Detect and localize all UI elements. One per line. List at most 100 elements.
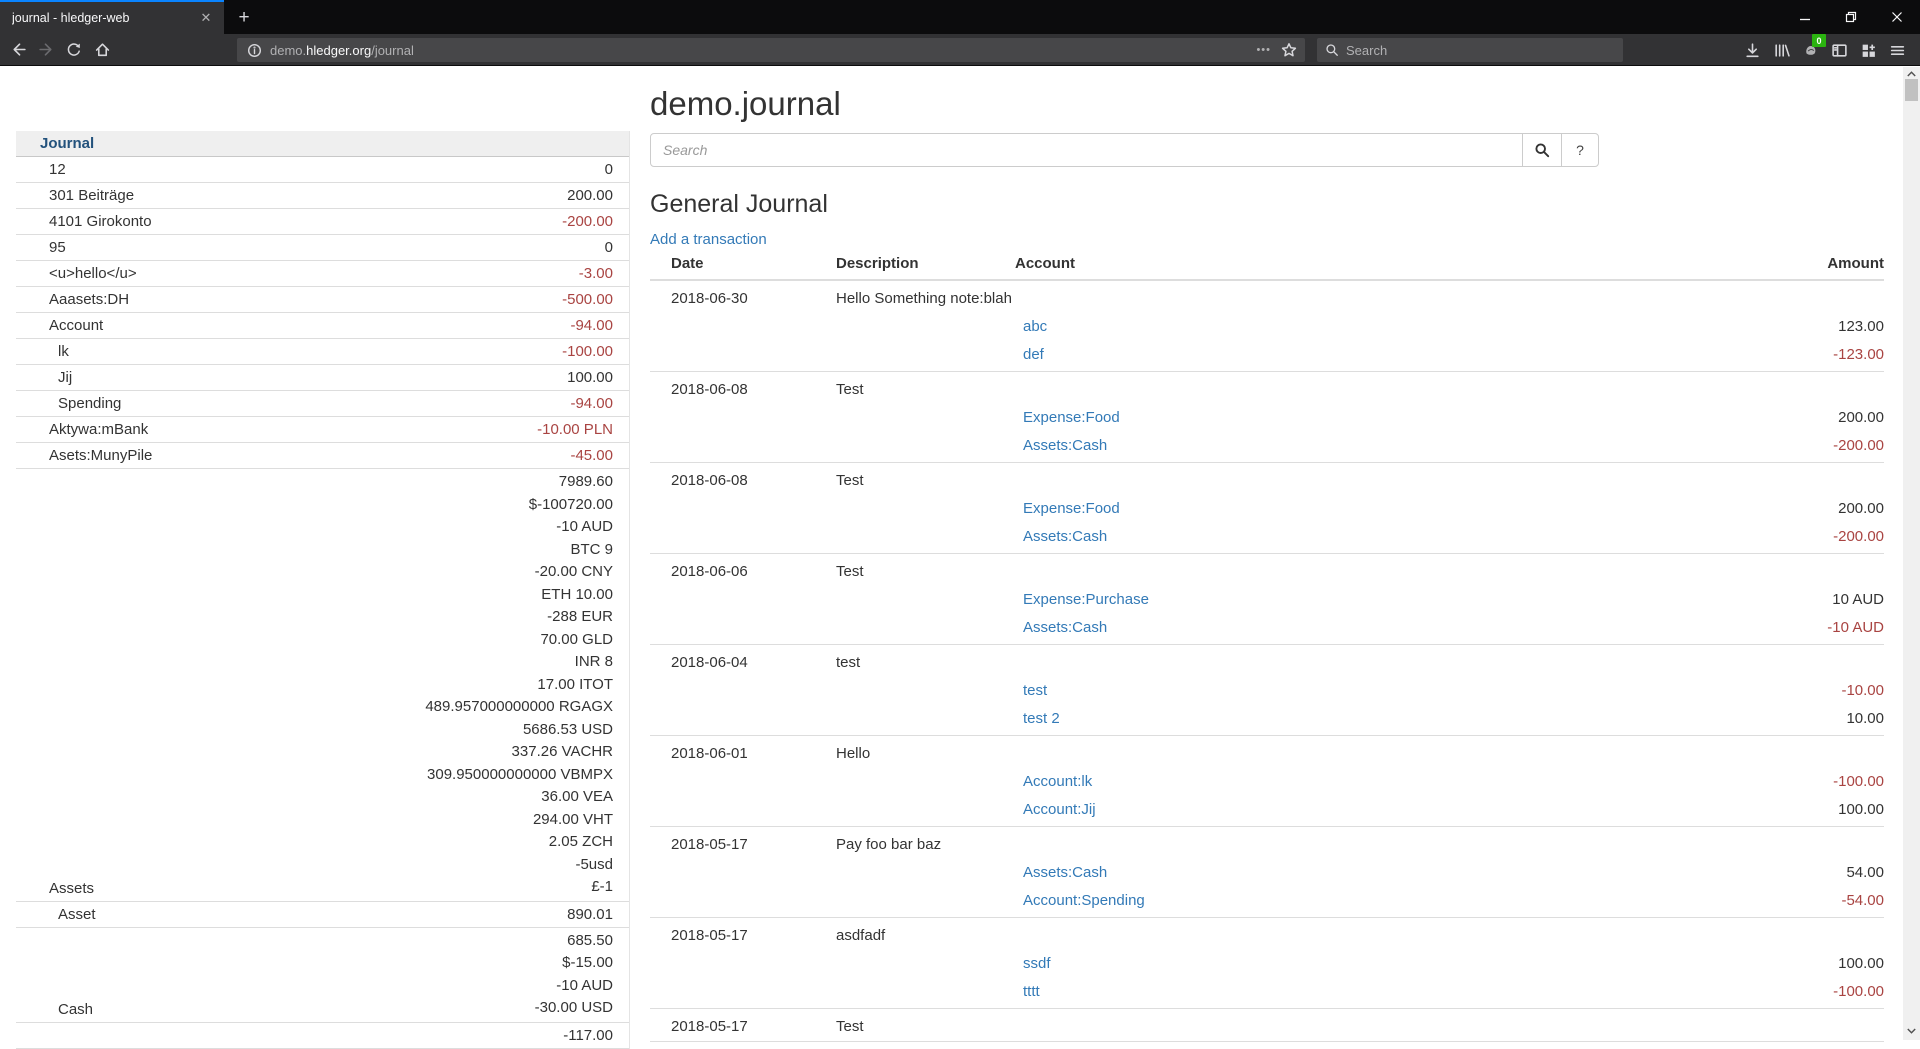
search-help-button[interactable]: ? <box>1561 133 1599 167</box>
account-balance: -5usd <box>425 854 613 877</box>
account-balance: 2.05 ZCH <box>425 831 613 854</box>
account-link[interactable]: lk <box>16 341 69 362</box>
transaction-row[interactable]: 2018-05-17 asdfadf ssdf 100.00 tttt -100… <box>650 918 1884 1009</box>
transaction-date: 2018-06-04 <box>650 645 836 678</box>
page-actions-icon[interactable]: ••• <box>1256 44 1271 56</box>
journal-search-input[interactable] <box>650 133 1523 167</box>
downloads-button[interactable] <box>1738 38 1767 62</box>
account-link[interactable]: Aktywa:mBank <box>16 419 148 440</box>
posting-account-link[interactable]: Assets:Cash <box>1015 614 1107 642</box>
back-button[interactable] <box>4 36 32 64</box>
transaction-row[interactable]: 2018-06-06 Test Expense:Purchase 10 AUD … <box>650 554 1884 645</box>
browser-search-bar[interactable]: Search <box>1317 38 1623 62</box>
account-link[interactable]: Account <box>16 315 103 336</box>
posting-amount: -10.00 <box>1600 677 1884 705</box>
transaction-description: asdfadf <box>836 918 1884 951</box>
posting-account-link[interactable]: Expense:Food <box>1015 404 1120 432</box>
url-path: /journal <box>371 43 414 58</box>
posting-account-link[interactable]: test <box>1015 677 1047 705</box>
bookmark-star-icon[interactable] <box>1281 42 1297 58</box>
account-balance-group: -117.00 <box>563 1025 613 1046</box>
library-button[interactable] <box>1767 38 1796 62</box>
account-link[interactable]: Aaasets:DH <box>16 289 129 310</box>
account-balance-group: 200.00 <box>567 185 613 206</box>
extension-button[interactable]: 0 <box>1796 38 1825 62</box>
window-minimize-button[interactable] <box>1782 0 1828 34</box>
transaction-date: 2018-05-17 <box>650 1009 836 1042</box>
transaction-description: Test <box>836 554 1884 587</box>
journal-table-header: Date Description Account Amount <box>650 255 1884 280</box>
forward-button[interactable] <box>32 36 60 64</box>
url-domain: hledger.org <box>306 43 371 58</box>
transaction-row[interactable]: 2018-06-08 Test Expense:Food 200.00 Asse… <box>650 463 1884 554</box>
browser-tab-bar: journal - hledger-web ✕ + <box>0 0 1920 34</box>
account-link[interactable]: Spending <box>16 393 121 414</box>
account-link[interactable]: Assets <box>16 878 94 899</box>
new-tab-button[interactable]: + <box>230 4 258 32</box>
posting-amount: 123.00 <box>1600 313 1884 341</box>
account-link[interactable]: Jij <box>16 367 72 388</box>
transaction-row[interactable]: 2018-06-08 Test Expense:Food 200.00 Asse… <box>650 372 1884 463</box>
sidebars-button[interactable] <box>1825 38 1854 62</box>
posting-account-link[interactable]: ssdf <box>1015 950 1051 978</box>
url-bar[interactable]: demo.hledger.org/journal ••• <box>237 38 1305 62</box>
transaction-row[interactable]: 2018-06-04 test test -10.00 test 2 10.00 <box>650 645 1884 736</box>
home-button[interactable] <box>88 36 116 64</box>
sidebar-item-journal[interactable]: Journal <box>40 135 94 152</box>
sidebar-account-row: Asset 890.01 <box>16 902 629 928</box>
account-link[interactable]: 12 <box>16 159 66 180</box>
journal-search-button[interactable] <box>1522 133 1562 167</box>
scrollbar-thumb[interactable] <box>1905 79 1918 101</box>
posting-account-link[interactable]: Assets:Cash <box>1015 432 1107 460</box>
posting-row: Assets:Cash -200.00 <box>650 432 1884 463</box>
extension-badge: 0 <box>1812 34 1826 47</box>
transaction-row[interactable]: 2018-05-17 Test <box>650 1009 1884 1042</box>
browser-tab[interactable]: journal - hledger-web ✕ <box>0 0 224 34</box>
account-balance-group: 100.00 <box>567 367 613 388</box>
posting-account-link[interactable]: abc <box>1015 313 1047 341</box>
posting-account-link[interactable]: Expense:Food <box>1015 495 1120 523</box>
window-close-button[interactable] <box>1874 0 1920 34</box>
account-link[interactable]: 95 <box>16 237 66 258</box>
posting-account-link[interactable]: tttt <box>1015 978 1040 1006</box>
account-balance-group: 0 <box>605 159 613 180</box>
menu-button[interactable] <box>1883 38 1912 62</box>
account-link[interactable]: Asset <box>16 904 96 925</box>
posting-account-link[interactable]: Account:Spending <box>1015 887 1145 915</box>
account-link[interactable]: Cash <box>16 999 93 1020</box>
account-balance: -500.00 <box>562 289 613 310</box>
sidebar-journal-row[interactable]: Journal <box>16 131 629 157</box>
site-info-icon[interactable] <box>247 43 262 58</box>
account-balance: 17.00 ITOT <box>425 674 613 697</box>
posting-row: Expense:Purchase 10 AUD <box>650 586 1884 614</box>
browser-window: { "browser": { "tab": { "title": "journa… <box>0 0 1920 1040</box>
sidebar-account-row: Asets:MunyPile -45.00 <box>16 443 629 469</box>
account-balance: -117.00 <box>563 1025 613 1046</box>
transaction-description: Pay foo bar baz <box>836 827 1884 860</box>
tile-menu-button[interactable] <box>1854 38 1883 62</box>
posting-account-link[interactable]: Expense:Purchase <box>1015 586 1149 614</box>
tab-close-icon[interactable]: ✕ <box>196 8 216 28</box>
posting-account-link[interactable]: def <box>1015 341 1044 369</box>
transaction-description: Hello <box>836 736 1884 769</box>
page-scrollbar[interactable] <box>1903 67 1920 1040</box>
account-link[interactable]: 4101 Girokonto <box>16 211 152 232</box>
posting-account-link[interactable]: Account:Jij <box>1015 796 1096 824</box>
account-link[interactable]: 301 Beiträge <box>16 185 134 206</box>
account-link[interactable]: Asets:MunyPile <box>16 445 152 466</box>
transaction-row[interactable]: 2018-05-17 Pay foo bar baz Assets:Cash 5… <box>650 827 1884 918</box>
account-balance-group: -10.00 PLN <box>537 419 613 440</box>
window-restore-button[interactable] <box>1828 0 1874 34</box>
reload-button[interactable] <box>60 36 88 64</box>
posting-account-link[interactable]: test 2 <box>1015 705 1060 733</box>
scrollbar-down-icon[interactable] <box>1903 1024 1920 1038</box>
account-balance: BTC 9 <box>425 539 613 562</box>
posting-account-link[interactable]: Account:lk <box>1015 768 1092 796</box>
account-link[interactable]: <u>hello</u> <box>16 263 137 284</box>
transaction-date: 2018-06-08 <box>650 372 836 405</box>
transaction-row[interactable]: 2018-06-30 Hello Something note:blah abc… <box>650 280 1884 372</box>
add-transaction-link[interactable]: Add a transaction <box>650 231 767 248</box>
posting-account-link[interactable]: Assets:Cash <box>1015 523 1107 551</box>
posting-account-link[interactable]: Assets:Cash <box>1015 859 1107 887</box>
transaction-row[interactable]: 2018-06-01 Hello Account:lk -100.00 Acco… <box>650 736 1884 827</box>
